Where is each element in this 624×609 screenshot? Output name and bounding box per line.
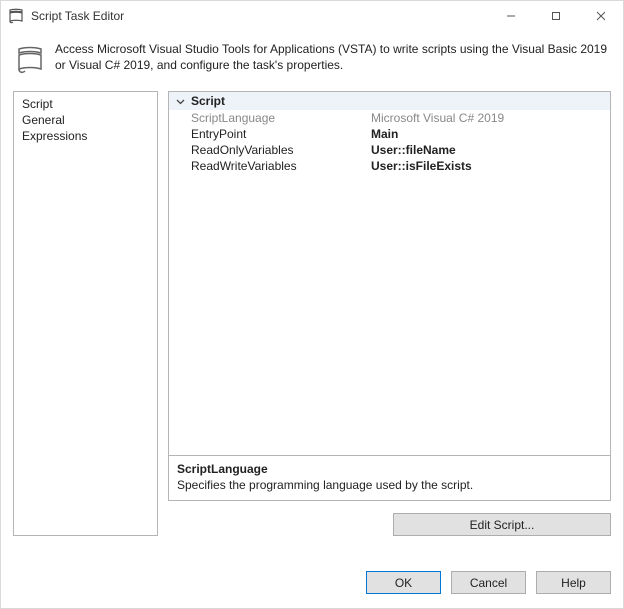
help-body: Specifies the programming language used … — [177, 478, 602, 492]
prop-value: Main — [371, 127, 610, 141]
close-button[interactable] — [578, 1, 623, 31]
ok-button[interactable]: OK — [366, 571, 441, 594]
window-title: Script Task Editor — [31, 9, 124, 23]
right-column: Script ScriptLanguage Microsoft Visual C… — [168, 91, 611, 536]
prop-name: ReadWriteVariables — [191, 159, 371, 173]
edit-script-row: Edit Script... — [168, 501, 611, 536]
edit-script-button[interactable]: Edit Script... — [393, 513, 611, 536]
prop-value: Microsoft Visual C# 2019 — [371, 111, 610, 125]
prop-name: ReadOnlyVariables — [191, 143, 371, 157]
description-text: Access Microsoft Visual Studio Tools for… — [55, 41, 611, 77]
window: Script Task Editor Access Microsoft Visu… — [0, 0, 624, 609]
prop-row-scriptlanguage[interactable]: ScriptLanguage Microsoft Visual C# 2019 — [169, 110, 610, 126]
maximize-button[interactable] — [533, 1, 578, 31]
help-button[interactable]: Help — [536, 571, 611, 594]
property-grid: Script ScriptLanguage Microsoft Visual C… — [168, 91, 611, 456]
category-label: Script — [191, 94, 225, 108]
prop-name: EntryPoint — [191, 127, 371, 141]
button-bar: OK Cancel Help — [1, 557, 623, 608]
category-header-script[interactable]: Script — [169, 92, 610, 110]
app-icon — [7, 7, 25, 25]
prop-name: ScriptLanguage — [191, 111, 371, 125]
prop-row-readwritevariables[interactable]: ReadWriteVariables User::isFileExists — [169, 158, 610, 174]
help-title: ScriptLanguage — [177, 462, 602, 476]
cancel-button[interactable]: Cancel — [451, 571, 526, 594]
nav-item-script[interactable]: Script — [14, 96, 157, 112]
minimize-button[interactable] — [488, 1, 533, 31]
help-panel: ScriptLanguage Specifies the programming… — [168, 456, 611, 501]
script-task-icon — [13, 43, 47, 77]
prop-value: User::fileName — [371, 143, 610, 157]
chevron-down-icon — [175, 97, 185, 106]
prop-row-entrypoint[interactable]: EntryPoint Main — [169, 126, 610, 142]
prop-row-readonlyvariables[interactable]: ReadOnlyVariables User::fileName — [169, 142, 610, 158]
nav-item-expressions[interactable]: Expressions — [14, 128, 157, 144]
prop-value: User::isFileExists — [371, 159, 610, 173]
description-row: Access Microsoft Visual Studio Tools for… — [1, 31, 623, 81]
body: Script General Expressions Script Script… — [1, 81, 623, 557]
titlebar: Script Task Editor — [1, 1, 623, 31]
nav-panel: Script General Expressions — [13, 91, 158, 536]
nav-item-general[interactable]: General — [14, 112, 157, 128]
